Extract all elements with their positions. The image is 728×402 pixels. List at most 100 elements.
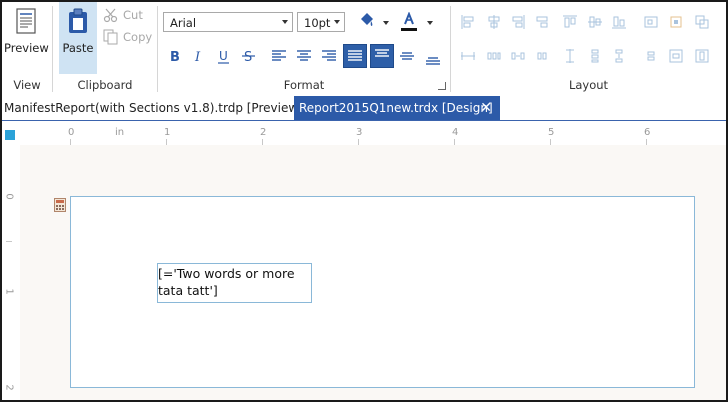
ruler-corner[interactable]: [5, 130, 15, 140]
ruler-mark: 4: [452, 127, 459, 138]
align-middle-button[interactable]: [396, 45, 418, 67]
clipboard-group-label: Clipboard: [77, 78, 133, 92]
close-icon[interactable]: ✕: [480, 96, 492, 120]
align-rights-icon[interactable]: [511, 15, 525, 29]
bring-to-front-icon[interactable]: [695, 15, 709, 29]
paste-button[interactable]: Paste: [59, 2, 97, 74]
chevron-down-icon: [383, 21, 389, 25]
make-same-height-icon[interactable]: [563, 49, 577, 63]
make-same-width-icon[interactable]: [461, 49, 475, 63]
ribbon-group-view: Preview View: [2, 2, 52, 94]
vertical-ruler: 0 1 2: [2, 145, 20, 400]
vertical-spacing-equal-icon[interactable]: [588, 49, 602, 63]
svg-text:B: B: [170, 50, 180, 64]
font-size-value: 10pt: [304, 16, 331, 30]
ribbon-group-clipboard: Paste Cut Copy Clipboard: [53, 2, 157, 94]
format-group-label: Format: [283, 78, 325, 92]
align-centers-icon[interactable]: [487, 15, 501, 29]
align-lefts-icon[interactable]: [461, 15, 475, 29]
textbox-expression: [='Two words or more tata tatt']: [158, 266, 295, 298]
size-to-grid-icon[interactable]: [644, 15, 658, 29]
font-color-icon: [401, 12, 417, 31]
cut-label: Cut: [123, 8, 143, 22]
scissors-icon: [103, 8, 118, 23]
align-center-icon: [297, 50, 311, 61]
copy-icon: [103, 29, 118, 45]
font-size-select[interactable]: 10pt: [297, 12, 345, 32]
bold-icon: B: [170, 50, 180, 64]
align-middles-icon[interactable]: [588, 15, 602, 29]
preview-icon: [16, 8, 36, 38]
align-left-icon: [272, 50, 286, 61]
align-top-icon: [375, 49, 389, 57]
tab-preview-document[interactable]: ManifestReport(with Sections v1.8).trdp …: [4, 96, 303, 120]
underline-button[interactable]: U: [213, 45, 235, 67]
font-color-button[interactable]: [400, 12, 436, 34]
ribbon: Preview View Paste Cut Copy Clipboard Ar…: [2, 2, 726, 94]
preview-button[interactable]: Preview: [4, 4, 49, 72]
chevron-down-icon: [334, 20, 340, 24]
align-bottom-icon: [426, 57, 440, 65]
justify-icon: [348, 50, 362, 61]
align-middle-icon: [400, 52, 414, 60]
ruler-unit: in: [115, 127, 125, 138]
layout-group-label: Layout: [568, 78, 609, 92]
paste-label: Paste: [62, 41, 94, 55]
align-right-button[interactable]: [318, 45, 340, 67]
center-vertically-icon[interactable]: [695, 49, 709, 63]
ruler-mark: 1: [164, 127, 171, 138]
font-family-select[interactable]: Arial: [163, 12, 293, 32]
ruler-mark: 1: [3, 288, 15, 295]
ruler-mark: 6: [644, 127, 651, 138]
paint-bucket-icon: [361, 13, 373, 26]
expression-textbox[interactable]: [='Two words or more tata tatt']: [157, 263, 312, 303]
horizontal-ruler: 0 in 1 2 3 4 5 6: [2, 121, 726, 145]
ruler-mark: 3: [356, 127, 363, 138]
svg-text:U: U: [219, 49, 228, 63]
align-tops-icon[interactable]: [563, 15, 577, 29]
bold-button[interactable]: B: [163, 45, 185, 67]
vertical-spacing-increase-icon[interactable]: [612, 49, 626, 63]
preview-label: Preview: [4, 41, 49, 55]
copy-button[interactable]: Copy: [103, 28, 153, 46]
ruler-mark: 0: [3, 193, 15, 200]
dialog-launcher-icon[interactable]: [438, 82, 446, 90]
report-designer: 0 in 1 2 3 4 5 6 0 1 2 [='Two words or m…: [2, 121, 726, 400]
ribbon-group-layout: Layout: [451, 2, 726, 94]
justify-button[interactable]: [343, 44, 367, 68]
align-top-button[interactable]: [370, 44, 394, 68]
ruler-tick: [6, 241, 12, 242]
align-to-grid-icon[interactable]: [669, 15, 683, 29]
strikethrough-button[interactable]: S: [238, 45, 260, 67]
align-center-button[interactable]: [293, 45, 315, 67]
align-left-button[interactable]: [268, 45, 290, 67]
horizontal-spacing-decrease-icon[interactable]: [535, 49, 549, 63]
ruler-mark: 2: [3, 384, 15, 391]
calculator-icon[interactable]: [54, 197, 66, 216]
tab-title: ManifestReport(with Sections v1.8).trdp …: [4, 101, 303, 115]
font-family-value: Arial: [170, 16, 197, 30]
horizontal-spacing-equal-icon[interactable]: [487, 49, 501, 63]
align-rights-alt-icon[interactable]: [535, 15, 549, 29]
ribbon-group-format: Arial 10pt B I U S Format: [158, 2, 450, 94]
align-bottoms-icon[interactable]: [612, 15, 626, 29]
copy-label: Copy: [123, 30, 153, 44]
horizontal-spacing-increase-icon[interactable]: [511, 49, 525, 63]
center-horizontally-icon[interactable]: [669, 49, 683, 63]
strikethrough-icon: S: [242, 50, 255, 64]
svg-text:I: I: [194, 50, 201, 64]
document-tabs: ManifestReport(with Sections v1.8).trdp …: [2, 96, 726, 121]
view-group-label: View: [13, 78, 41, 92]
app-window: Preview View Paste Cut Copy Clipboard Ar…: [0, 0, 728, 402]
tab-title: Report2015Q1new.trdx [Design]: [299, 101, 493, 115]
tab-design-document[interactable]: Report2015Q1new.trdx [Design] ✕: [294, 96, 500, 120]
cut-button[interactable]: Cut: [103, 6, 153, 24]
italic-icon: I: [194, 50, 201, 64]
align-bottom-button[interactable]: [422, 47, 444, 69]
background-color-button[interactable]: [358, 12, 392, 32]
vertical-spacing-decrease-icon[interactable]: [644, 49, 658, 63]
align-right-icon: [322, 50, 336, 61]
paste-icon: [68, 8, 88, 38]
ruler-mark: 0: [68, 127, 75, 138]
italic-button[interactable]: I: [187, 45, 209, 67]
